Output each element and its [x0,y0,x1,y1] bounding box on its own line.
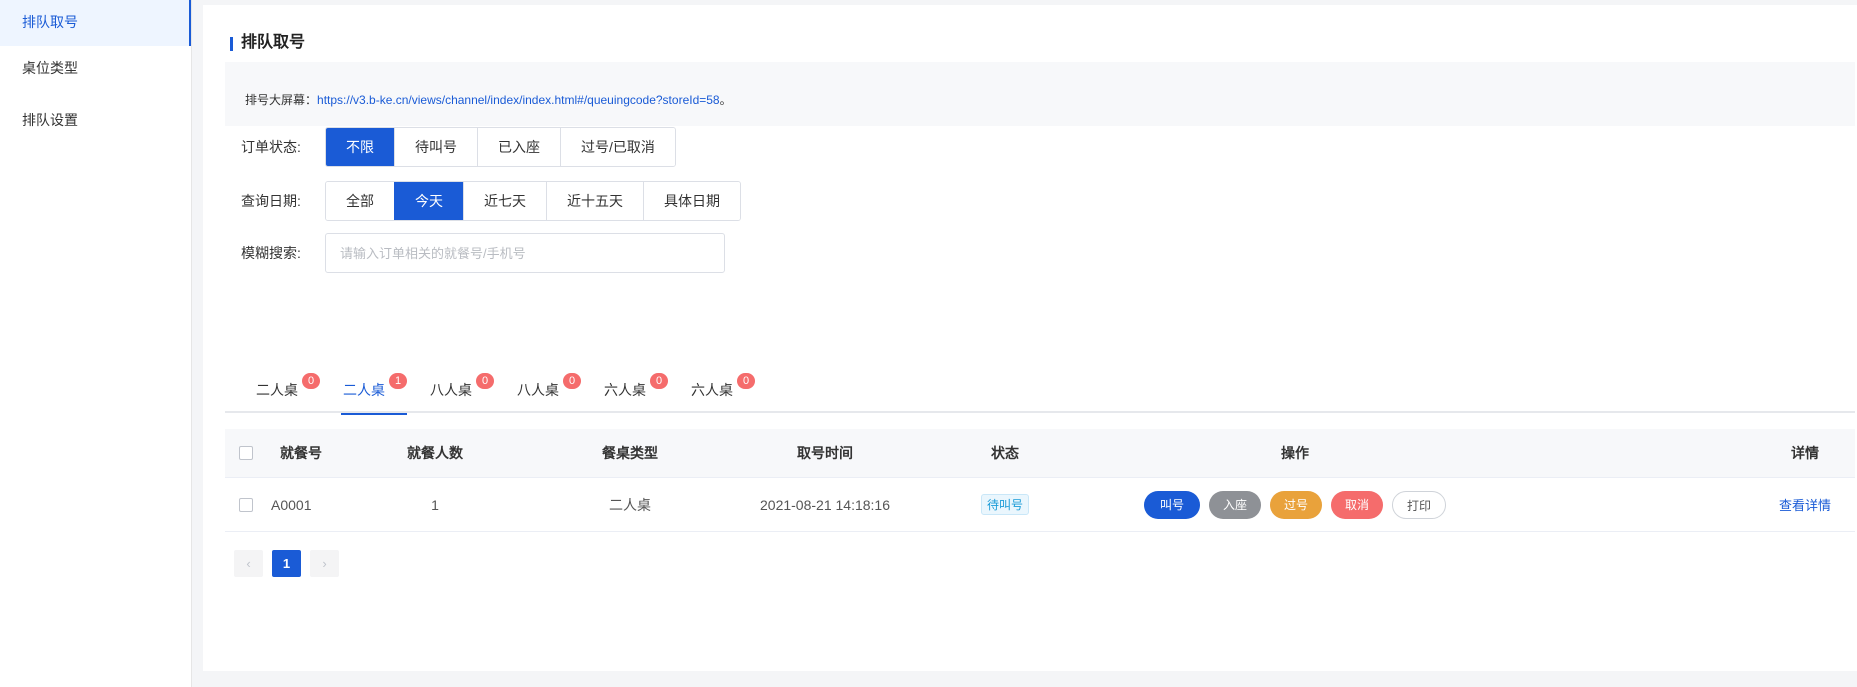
query-date-filter: 查询日期: 全部 今天 近七天 近十五天 具体日期 [241,181,741,221]
status-option-skipped-cancelled[interactable]: 过号/已取消 [560,128,675,166]
status-option-waiting[interactable]: 待叫号 [394,128,477,166]
tab-label: 六人桌 [604,382,646,398]
table-row: A0001 1 二人桌 2021-08-21 14:18:16 待叫号 叫号 入… [225,478,1855,532]
main-panel: 排队取号 排号大屏幕：https://v3.b-ke.cn/views/chan… [203,5,1857,671]
page-number-current[interactable]: 1 [272,550,301,577]
order-status-segment: 不限 待叫号 已入座 过号/已取消 [325,127,676,167]
fuzzy-search-row: 模糊搜索: [241,233,725,273]
select-all-checkbox-cell [239,429,253,477]
row-time: 2021-08-21 14:18:16 [760,496,890,513]
row-number: A0001 [271,496,312,513]
tab-label: 八人桌 [430,382,472,398]
table-type-tabs: 二人桌 0 二人桌 1 八人桌 0 八人桌 0 六人桌 0 六人桌 0 [225,367,1855,415]
select-all-checkbox[interactable] [239,446,253,460]
search-input[interactable] [325,233,725,273]
prev-page-icon[interactable]: ‹ [234,550,263,577]
count-badge: 0 [302,373,320,389]
fuzzy-search-label: 模糊搜索: [241,245,301,261]
tab-label: 二人桌 [343,382,385,398]
tab-six-person-1[interactable]: 六人桌 0 [604,373,668,413]
sidebar: 排队取号 桌位类型 排队设置 [0,0,192,687]
sidebar-item-table-types[interactable]: 桌位类型 [0,46,191,98]
row-checkbox[interactable] [239,497,253,512]
page-title: 排队取号 [230,33,305,53]
tab-label: 六人桌 [691,382,733,398]
next-page-icon[interactable]: › [310,550,339,577]
date-option-7days[interactable]: 近七天 [463,182,546,220]
row-detail-cell: 查看详情 [1765,478,1845,531]
date-option-all[interactable]: 全部 [326,182,394,220]
date-option-specific[interactable]: 具体日期 [643,182,740,220]
date-option-today[interactable]: 今天 [394,182,463,220]
col-status: 状态 [991,445,1019,461]
tab-label: 八人桌 [517,382,559,398]
notice-suffix: 。 [719,93,732,107]
count-badge: 0 [737,373,755,389]
row-actions: 叫号 入座 过号 取消 打印 [1115,478,1475,531]
col-time: 取号时间 [797,445,853,461]
date-option-15days[interactable]: 近十五天 [546,182,643,220]
col-number: 就餐号 [280,445,322,461]
pagination: ‹ 1 › [234,550,339,577]
tab-label: 二人桌 [256,382,298,398]
status-option-all[interactable]: 不限 [326,128,394,166]
row-status-cell: 待叫号 [945,478,1065,531]
notice-label: 排号大屏幕： [245,93,318,107]
row-table-type: 二人桌 [609,496,651,513]
col-people: 就餐人数 [407,445,463,461]
view-detail-link[interactable]: 查看详情 [1779,495,1831,514]
tab-two-person-1[interactable]: 二人桌 0 [256,373,320,413]
count-badge: 0 [650,373,668,389]
tab-six-person-2[interactable]: 六人桌 0 [691,373,755,413]
tab-eight-person-1[interactable]: 八人桌 0 [430,373,494,413]
row-people: 1 [431,496,439,513]
order-status-filter: 订单状态: 不限 待叫号 已入座 过号/已取消 [241,127,676,167]
count-badge: 0 [476,373,494,389]
query-date-label: 查询日期: [241,193,301,209]
print-button[interactable]: 打印 [1392,490,1447,519]
status-badge: 待叫号 [980,494,1029,515]
count-badge: 1 [389,373,407,389]
sidebar-item-queue-settings[interactable]: 排队设置 [0,98,191,150]
col-detail: 详情 [1791,445,1819,461]
table-header: 就餐号 就餐人数 餐桌类型 取号时间 状态 操作 详情 [225,429,1855,478]
tab-eight-person-2[interactable]: 八人桌 0 [517,373,581,413]
skip-number-button[interactable]: 过号 [1269,490,1322,519]
query-date-segment: 全部 今天 近七天 近十五天 具体日期 [325,181,741,221]
screen-url-notice: 排号大屏幕：https://v3.b-ke.cn/views/channel/i… [225,62,1855,126]
col-table-type: 餐桌类型 [602,445,658,461]
row-checkbox-cell [239,478,253,531]
screen-url-link[interactable]: https://v3.b-ke.cn/views/channel/index/i… [317,93,720,107]
status-option-seated[interactable]: 已入座 [477,128,560,166]
col-actions: 操作 [1281,445,1309,461]
cancel-button[interactable]: 取消 [1331,490,1384,519]
tab-two-person-2[interactable]: 二人桌 1 [341,373,407,415]
call-number-button[interactable]: 叫号 [1143,490,1200,519]
order-status-label: 订单状态: [241,139,301,155]
sidebar-item-queue[interactable]: 排队取号 [0,0,191,46]
seat-button[interactable]: 入座 [1208,490,1261,519]
count-badge: 0 [563,373,581,389]
